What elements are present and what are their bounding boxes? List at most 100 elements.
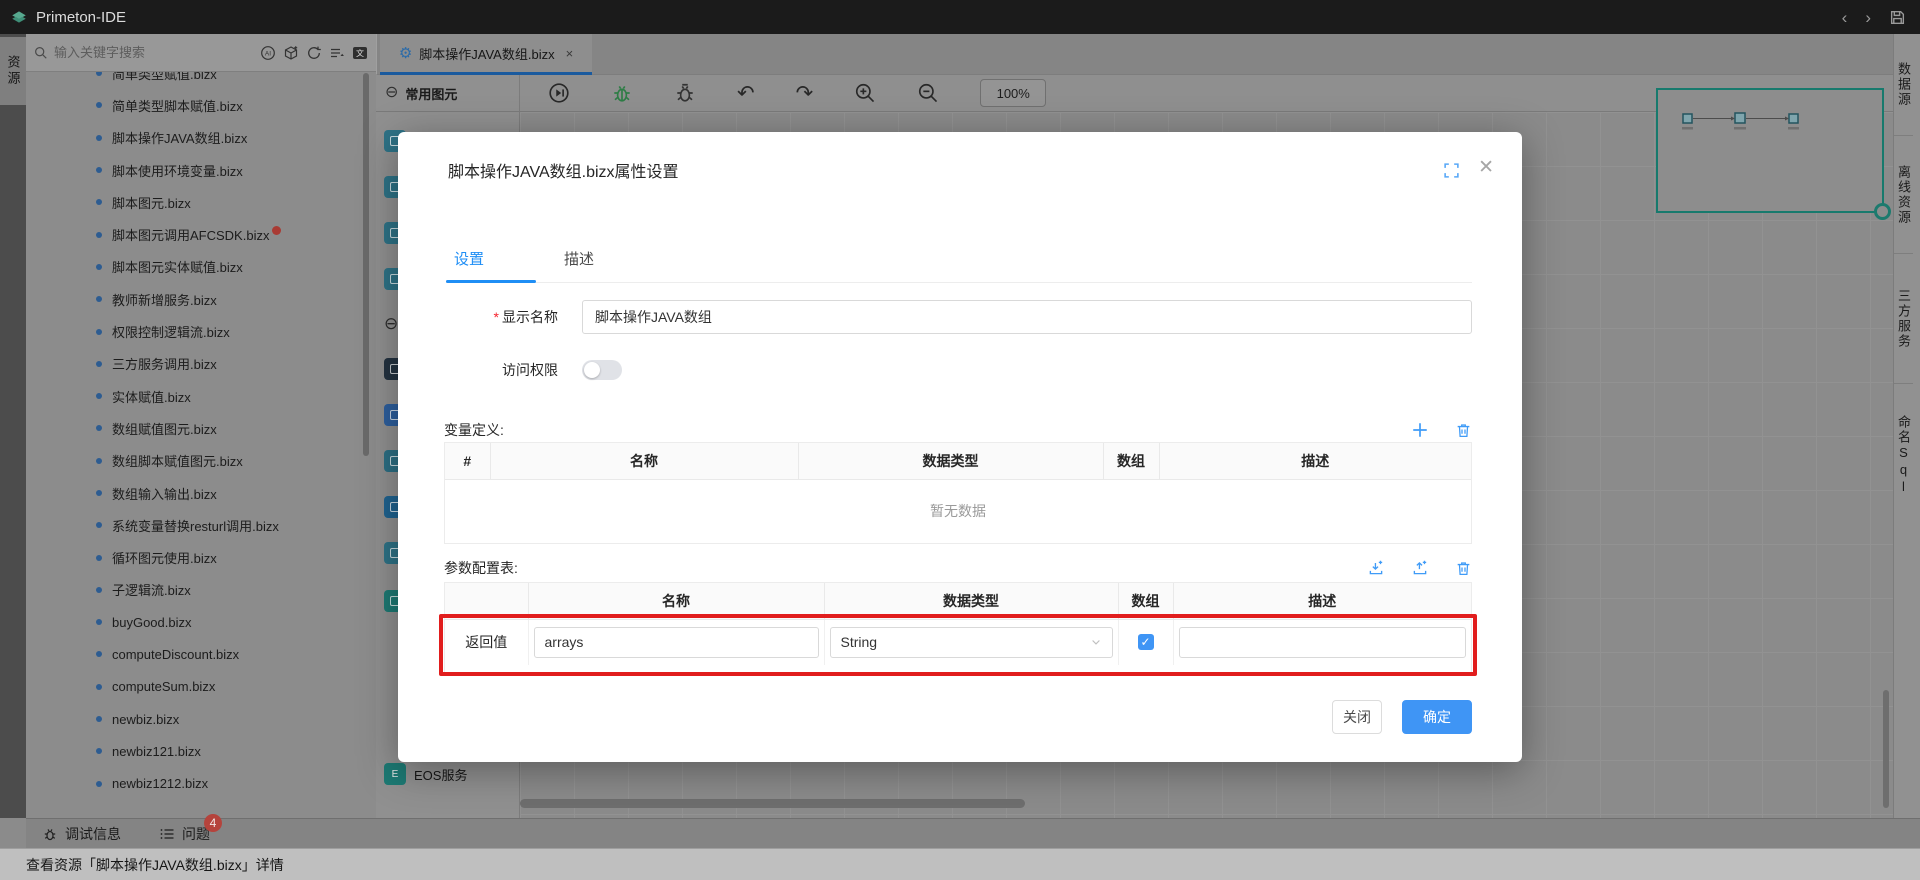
add-variable-icon[interactable]	[1411, 421, 1429, 439]
delete-param-icon[interactable]	[1455, 560, 1472, 577]
ok-button[interactable]: 确定	[1402, 700, 1472, 734]
canvas-horizontal-scrollbar[interactable]	[520, 799, 1025, 808]
file-item[interactable]: 脚本操作JAVA数组.bizx	[26, 122, 376, 154]
ai-icon[interactable]: AI	[260, 45, 276, 61]
explorer-scrollbar[interactable]	[363, 73, 369, 456]
palette-header[interactable]: ⊖ 常用图元	[376, 75, 520, 112]
file-item[interactable]: 子逻辑流.bizx	[26, 574, 376, 606]
run-icon[interactable]	[548, 82, 570, 104]
file-item[interactable]: 循环图元使用.bizx	[26, 541, 376, 573]
file-item[interactable]: 系统变量替换resturl调用.bizx	[26, 509, 376, 541]
file-item[interactable]: 脚本图元.bizx	[26, 186, 376, 218]
active-tab-indicator	[446, 280, 536, 283]
file-name: computeDiscount.bizx	[112, 647, 239, 662]
close-button[interactable]: 关闭	[1332, 700, 1382, 734]
file-bullet-icon	[96, 329, 102, 335]
undo-icon[interactable]: ↶	[737, 83, 755, 104]
sidebar-tab-resources[interactable]: 资源	[0, 37, 26, 105]
toggle-knob	[584, 362, 600, 378]
file-name: newbiz1212.bizx	[112, 776, 208, 791]
import-params-icon[interactable]	[1367, 559, 1385, 577]
file-bullet-icon	[96, 361, 102, 367]
debug-run-icon[interactable]	[611, 82, 633, 104]
file-item[interactable]: 权限控制逻辑流.bizx	[26, 315, 376, 347]
problems-count-badge: 4	[204, 814, 222, 832]
sort-list-icon[interactable]	[329, 45, 345, 61]
export-params-icon[interactable]	[1411, 559, 1429, 577]
refresh-icon[interactable]	[306, 45, 322, 61]
access-permission-toggle[interactable]	[582, 360, 622, 380]
minimap[interactable]	[1656, 88, 1884, 213]
file-item[interactable]: computeSum.bizx	[26, 671, 376, 703]
debug-icon[interactable]	[674, 82, 696, 104]
file-item[interactable]: 三方服务调用.bizx	[26, 348, 376, 380]
params-table: 名称 数据类型 数组 描述 返回值 String ✓	[444, 582, 1472, 676]
right-tab-thirdparty-services[interactable]: 三方服务	[1894, 254, 1913, 384]
file-item[interactable]: 脚本使用环境变量.bizx	[26, 154, 376, 186]
save-icon[interactable]	[1889, 9, 1906, 26]
param-datatype-select[interactable]: String	[830, 627, 1113, 658]
file-item[interactable]: 数组脚本赋值图元.bizx	[26, 445, 376, 477]
close-tab-icon[interactable]: ×	[566, 46, 574, 61]
file-item[interactable]: computeDiscount.bizx	[26, 638, 376, 670]
delete-variable-icon[interactable]	[1455, 422, 1472, 439]
param-description-input[interactable]	[1179, 627, 1467, 658]
tab-description[interactable]: 描述	[556, 248, 646, 269]
search-input[interactable]	[54, 45, 174, 60]
display-name-input[interactable]	[582, 300, 1472, 334]
file-item[interactable]: 简单类型脚本赋值.bizx	[26, 89, 376, 121]
close-icon[interactable]: ✕	[1478, 156, 1494, 179]
canvas-vertical-scrollbar[interactable]	[1883, 690, 1889, 808]
file-item[interactable]: newbiz121.bizx	[26, 735, 376, 767]
file-item[interactable]: 数组赋值图元.bizx	[26, 412, 376, 444]
zoom-level-display[interactable]: 100%	[980, 79, 1046, 107]
eos-service-icon: E	[384, 763, 406, 785]
file-item[interactable]: 脚本图元实体赋值.bizx	[26, 251, 376, 283]
problems-tab[interactable]: 问题 4	[159, 824, 210, 844]
fullscreen-icon[interactable]	[1443, 162, 1460, 179]
file-item[interactable]: 脚本图元调用AFCSDK.bizx	[26, 218, 376, 250]
col-description: 描述	[1173, 583, 1471, 619]
file-name: 简单类型脚本赋值.bizx	[112, 96, 243, 115]
file-name: 脚本图元调用AFCSDK.bizx	[112, 225, 269, 244]
col-blank	[445, 583, 528, 619]
collapse-section-icon[interactable]: ⊖	[384, 314, 398, 334]
zoom-out-icon[interactable]	[917, 82, 939, 104]
file-item[interactable]: 教师新增服务.bizx	[26, 283, 376, 315]
file-name: buyGood.bizx	[112, 615, 192, 630]
file-bullet-icon	[96, 458, 102, 464]
file-name: 循环图元使用.bizx	[112, 548, 217, 567]
translate-icon[interactable]: 文	[352, 45, 368, 61]
redo-icon[interactable]: ↷	[796, 83, 814, 104]
file-item[interactable]: 实体赋值.bizx	[26, 380, 376, 412]
right-tab-named-sql[interactable]: 命名Sql	[1894, 384, 1913, 526]
zoom-in-icon[interactable]	[854, 82, 876, 104]
error-badge	[272, 226, 281, 235]
right-tab-offline-resources[interactable]: 离线资源	[1894, 136, 1913, 254]
new-resource-icon[interactable]	[283, 45, 299, 61]
file-item[interactable]: buyGood.bizx	[26, 606, 376, 638]
col-array: 数组	[1103, 443, 1159, 479]
debug-info-tab[interactable]: 调试信息	[42, 824, 121, 844]
file-item[interactable]: newbiz.bizx	[26, 703, 376, 735]
param-name-input[interactable]	[534, 627, 819, 658]
nav-forward-icon[interactable]: ›	[1865, 9, 1871, 26]
tab-settings[interactable]: 设置	[446, 248, 536, 269]
nav-back-icon[interactable]: ‹	[1842, 9, 1848, 26]
file-bullet-icon	[96, 232, 102, 238]
editor-tabbar: ⚙ 脚本操作JAVA数组.bizx ×	[376, 34, 1893, 75]
editor-tab-active[interactable]: ⚙ 脚本操作JAVA数组.bizx ×	[380, 34, 592, 75]
file-bullet-icon	[96, 716, 102, 722]
file-bullet-icon	[96, 135, 102, 141]
file-item[interactable]: 数组输入输出.bizx	[26, 477, 376, 509]
right-tab-datasource[interactable]: 数据源	[1894, 34, 1913, 136]
left-activity-strip: 资源	[0, 34, 26, 818]
gear-icon: ⚙	[399, 46, 412, 61]
params-section-header: 参数配置表:	[444, 558, 1472, 578]
file-name: 数组赋值图元.bizx	[112, 419, 217, 438]
minimap-resize-handle[interactable]	[1874, 203, 1891, 220]
file-item[interactable]: newbiz1212.bizx	[26, 768, 376, 800]
palette-item-eos[interactable]: E EOS服务	[384, 763, 467, 785]
param-array-checkbox[interactable]: ✓	[1138, 634, 1154, 650]
file-name: 数组输入输出.bizx	[112, 484, 217, 503]
